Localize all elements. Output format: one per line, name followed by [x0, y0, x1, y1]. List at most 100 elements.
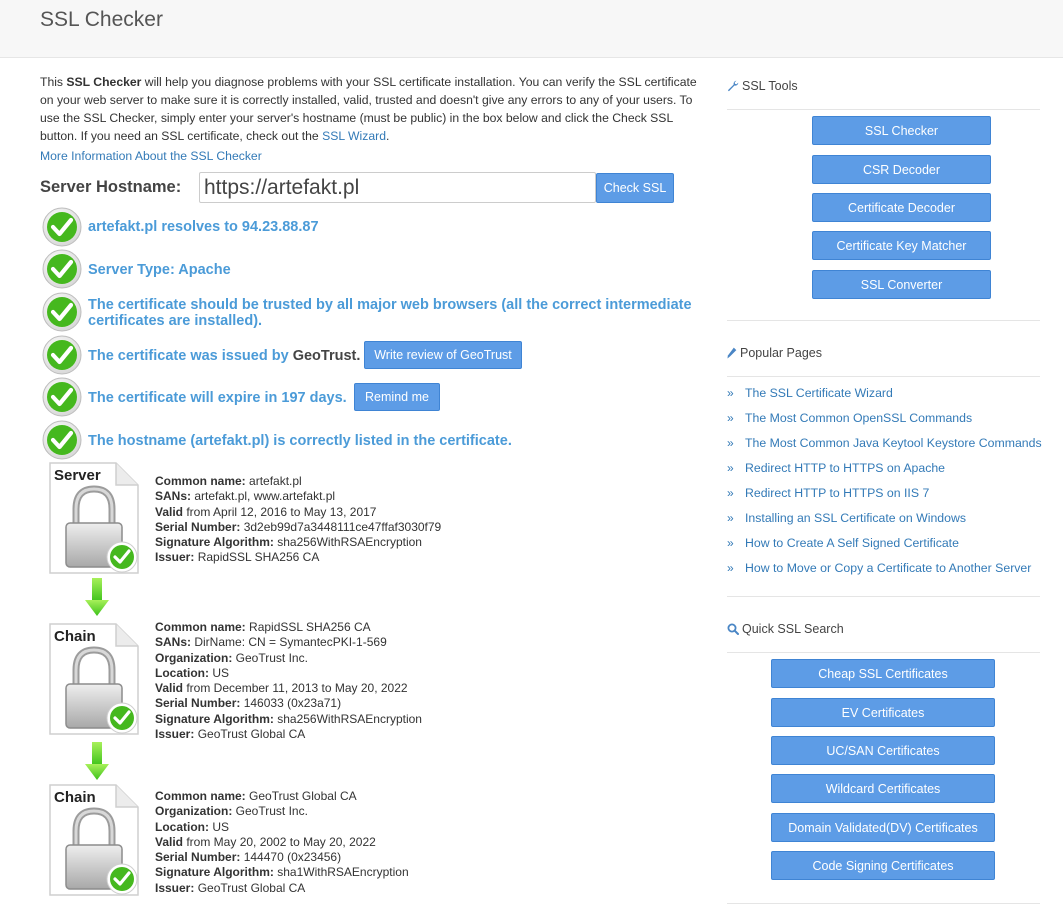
quick-search-heading-text: Quick SSL Search — [742, 622, 844, 636]
cert-row: Serial Number: 146033 (0x23a71) — [155, 696, 422, 711]
cert-value: GeoTrust Global CA — [245, 789, 357, 803]
list-item[interactable]: » Installing an SSL Certificate on Window… — [727, 505, 1042, 530]
popular-link[interactable]: How to Create A Self Signed Certificate — [745, 536, 959, 550]
result-text: The certificate should be trusted by all… — [88, 297, 692, 329]
popular-pages-heading-text: Popular Pages — [740, 346, 823, 360]
more-info-link[interactable]: More Information About the SSL Checker — [40, 149, 262, 163]
list-item[interactable]: » The Most Common Java Keytool Keystore C… — [727, 430, 1042, 455]
cert-key: Common name: — [155, 474, 246, 488]
cert-key: Serial Number: — [155, 696, 241, 711]
cert-row: Valid from April 12, 2016 to May 13, 201… — [155, 505, 441, 520]
popular-link[interactable]: Installing an SSL Certificate on Windows — [745, 511, 966, 525]
wrench-icon — [727, 80, 739, 92]
cert-key: Location: — [155, 819, 209, 834]
server-hostname-input[interactable] — [199, 172, 596, 203]
issuer-name: GeoTrust — [292, 348, 357, 364]
tool-csr-decoder-button[interactable]: CSR Decoder — [812, 155, 991, 184]
intro-text: This — [40, 75, 67, 89]
tool-ssl-converter-button[interactable]: SSL Converter — [812, 270, 991, 299]
server-cert-details: Common name: artefakt.pl SANs: artefakt.… — [155, 474, 441, 566]
cert-row: Location: US — [155, 820, 409, 835]
quick-search-heading: Quick SSL Search — [727, 622, 844, 636]
search-ev-button[interactable]: EV Certificates — [771, 698, 995, 727]
cert-value: from April 12, 2016 to May 13, 2017 — [183, 504, 377, 519]
search-ucsan-button[interactable]: UC/SAN Certificates — [771, 736, 995, 765]
chevron-right-icon: » — [727, 535, 734, 550]
cert-key: Organization: — [155, 650, 233, 665]
header-bar: SSL Checker — [0, 0, 1063, 58]
cert-value: DirName: CN = SymantecPKI-1-569 — [191, 635, 387, 650]
chain-certificate-icon: Chain — [46, 622, 142, 738]
cert-key: Signature Algorithm: — [155, 535, 274, 550]
list-item[interactable]: » Redirect HTTP to HTTPS on IIS 7 — [727, 480, 1042, 505]
tool-ssl-checker-button[interactable]: SSL Checker — [812, 116, 991, 145]
cert-value: GeoTrust Global CA — [194, 880, 306, 895]
cert-value: artefakt.pl — [245, 474, 302, 488]
popular-link[interactable]: The SSL Certificate Wizard — [745, 386, 893, 400]
list-item[interactable]: » How to Create A Self Signed Certificate — [727, 530, 1042, 555]
popular-link[interactable]: Redirect HTTP to HTTPS on IIS 7 — [745, 486, 929, 500]
divider — [727, 320, 1040, 321]
cert-row: Location: US — [155, 666, 422, 681]
cert-row: Serial Number: 144470 (0x23456) — [155, 850, 409, 865]
list-item[interactable]: » Redirect HTTP to HTTPS on Apache — [727, 455, 1042, 480]
cert-key: Common name: — [155, 620, 246, 634]
list-item[interactable]: » How to Move or Copy a Certificate to An… — [727, 555, 1042, 580]
result-resolves: artefakt.pl resolves to 94.23.88.87 — [42, 207, 702, 247]
cert-row: SANs: artefakt.pl, www.artefakt.pl — [155, 489, 441, 504]
cert-key: SANs: — [155, 635, 192, 650]
result-hostname: The hostname (artefakt.pl) is correctly … — [42, 420, 702, 460]
cert-key: SANs: — [155, 489, 192, 504]
popular-link[interactable]: The Most Common Java Keytool Keystore Co… — [745, 436, 1042, 450]
cert-badge: Server — [54, 467, 101, 484]
issued-suffix: . — [356, 348, 361, 364]
popular-pages-heading: Popular Pages — [727, 346, 822, 360]
cert-row: Common name: artefakt.pl — [155, 474, 441, 489]
search-cheap-ssl-button[interactable]: Cheap SSL Certificates — [771, 659, 995, 688]
intro-text: . — [385, 129, 390, 143]
result-text: Server Type: Apache — [88, 262, 231, 278]
server-hostname-label: Server Hostname: — [40, 178, 182, 196]
cert-value: from May 20, 2002 to May 20, 2022 — [183, 834, 376, 849]
cert-row: Signature Algorithm: sha256WithRSAEncryp… — [155, 712, 422, 727]
chevron-right-icon: » — [727, 410, 734, 425]
list-item[interactable]: » The SSL Certificate Wizard — [727, 380, 1042, 405]
ssl-tools-heading: SSL Tools — [727, 79, 798, 93]
check-icon — [42, 377, 82, 417]
chain-arrow-icon — [85, 578, 109, 616]
divider — [727, 903, 1040, 904]
tool-key-matcher-button[interactable]: Certificate Key Matcher — [812, 231, 991, 260]
popular-link[interactable]: The Most Common OpenSSL Commands — [745, 411, 972, 425]
search-dv-button[interactable]: Domain Validated(DV) Certificates — [771, 813, 995, 842]
search-wildcard-button[interactable]: Wildcard Certificates — [771, 774, 995, 803]
cert-value: US — [209, 819, 230, 834]
search-icon — [727, 623, 739, 635]
check-icon — [42, 335, 82, 375]
list-item[interactable]: » The Most Common OpenSSL Commands — [727, 405, 1042, 430]
result-text: The certificate was issued by GeoTrust. — [88, 348, 360, 364]
cert-key: Valid — [155, 504, 184, 519]
search-code-signing-button[interactable]: Code Signing Certificates — [771, 851, 995, 880]
popular-link[interactable]: Redirect HTTP to HTTPS on Apache — [745, 461, 945, 475]
divider — [727, 652, 1040, 653]
check-ssl-button[interactable]: Check SSL — [596, 173, 674, 203]
write-review-button[interactable]: Write review of GeoTrust — [364, 341, 522, 369]
remind-me-button[interactable]: Remind me — [354, 383, 440, 411]
cert-badge: Chain — [54, 628, 96, 645]
result-text: artefakt.pl resolves to 94.23.88.87 — [88, 219, 319, 235]
cert-value: RapidSSL SHA256 CA — [245, 620, 371, 634]
popular-link[interactable]: How to Move or Copy a Certificate to Ano… — [745, 561, 1031, 575]
root-certificate-icon: Chain — [46, 783, 142, 899]
cert-value: GeoTrust Inc. — [232, 650, 308, 665]
cert-row: Signature Algorithm: sha256WithRSAEncryp… — [155, 535, 441, 550]
ssl-wizard-link[interactable]: SSL Wizard — [322, 129, 386, 143]
cert-value: sha256WithRSAEncryption — [273, 535, 422, 550]
cert-row: Issuer: GeoTrust Global CA — [155, 727, 422, 742]
check-icon — [42, 292, 82, 332]
intro-bold: SSL Checker — [66, 75, 142, 89]
cert-row: Issuer: GeoTrust Global CA — [155, 881, 409, 896]
chain1-cert-details: Common name: RapidSSL SHA256 CA SANs: Di… — [155, 620, 422, 742]
result-trusted: The certificate should be trusted by all… — [42, 292, 702, 332]
tool-certificate-decoder-button[interactable]: Certificate Decoder — [812, 193, 991, 222]
cert-row: Serial Number: 3d2eb99d7a3448111ce47ffaf… — [155, 520, 441, 535]
